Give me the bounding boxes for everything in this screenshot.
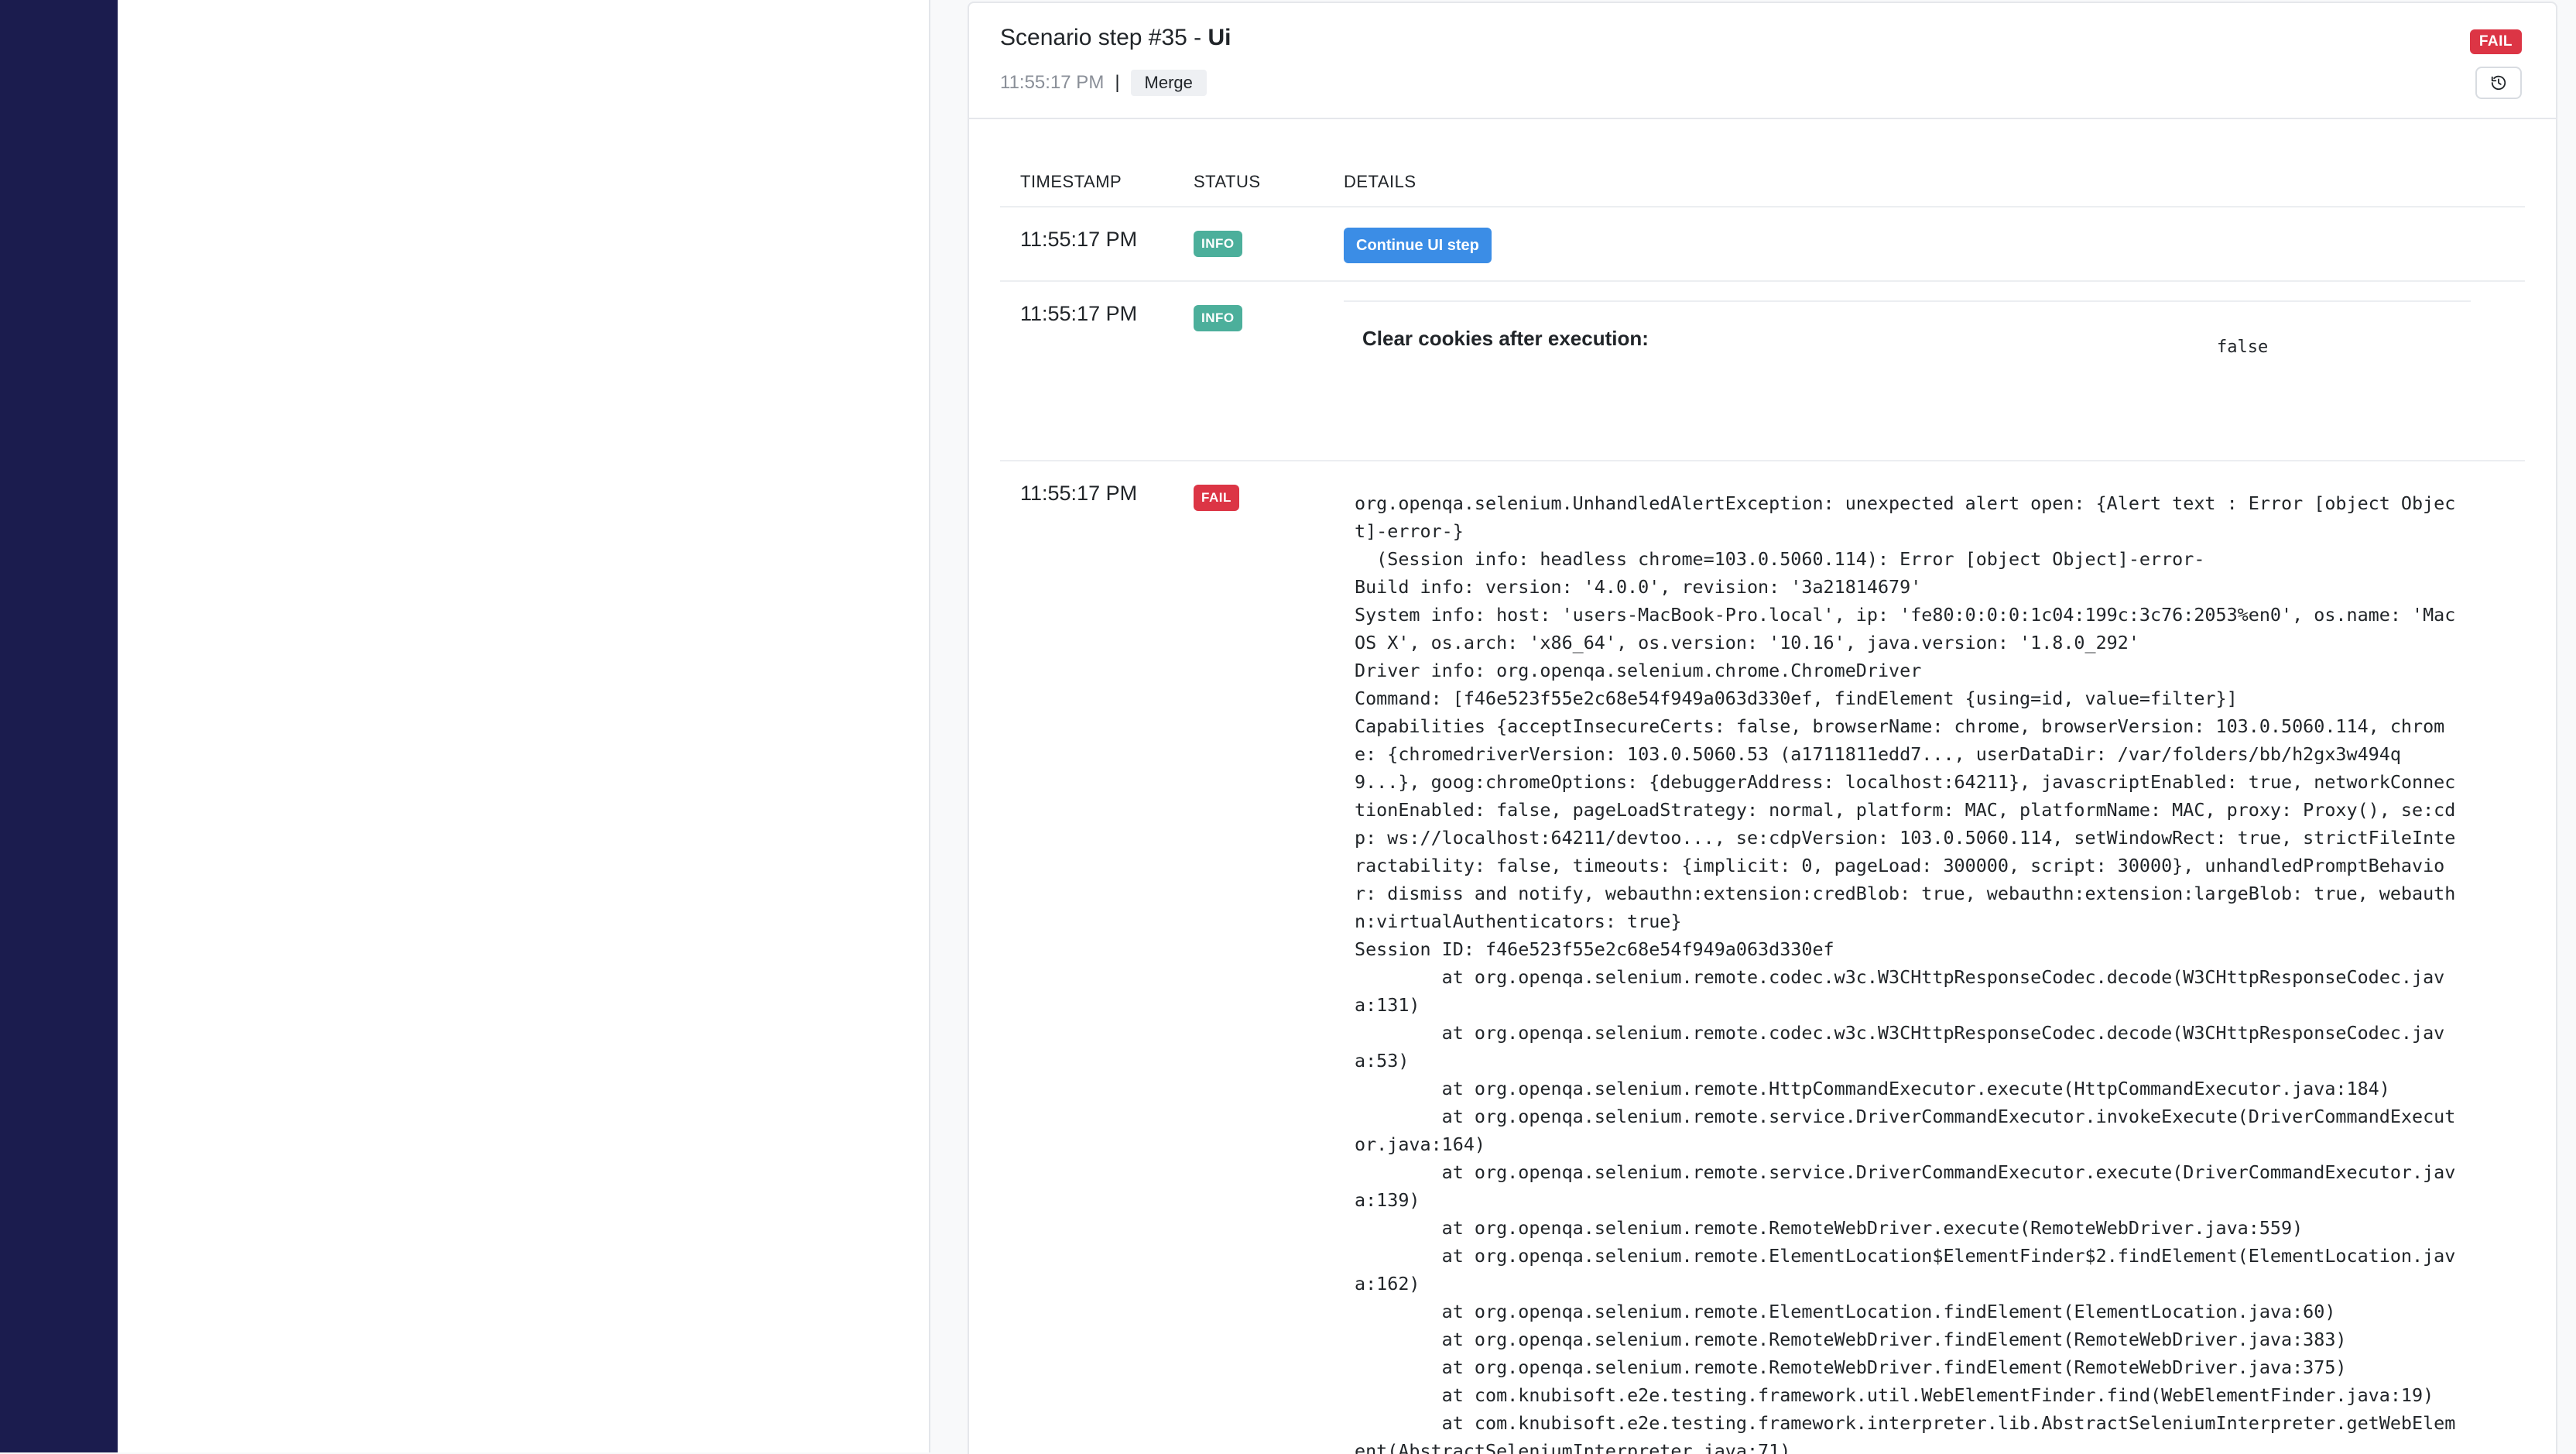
title-prefix: Scenario step #35 - xyxy=(1000,25,1208,50)
table-row: 11:55:17 PM INFO Clear cookies after exe… xyxy=(1000,282,2525,461)
setting-value: false xyxy=(2217,338,2269,357)
row-timestamp: 11:55:17 PM xyxy=(1020,482,1138,505)
meta-separator: | xyxy=(1115,72,1120,93)
title-step-type: Ui xyxy=(1208,25,1231,50)
panel-gutter xyxy=(930,0,968,1452)
status-badge-fail: FAIL xyxy=(1194,485,1239,511)
column-header-timestamp: TIMESTAMP xyxy=(1020,172,1122,191)
page-title: Scenario step #35 - Ui xyxy=(1000,25,1231,51)
table-row: 11:55:17 PM INFO Continue UI step xyxy=(1000,207,2525,282)
status-badge-info: INFO xyxy=(1194,305,1242,331)
column-header-details: DETAILS xyxy=(1344,172,1416,191)
step-detail-header: Scenario step #35 - Ui 11:55:17 PM | Mer… xyxy=(969,3,2556,119)
row-timestamp: 11:55:17 PM xyxy=(1020,228,1138,251)
column-header-status: STATUS xyxy=(1194,172,1261,191)
history-button[interactable] xyxy=(2475,67,2522,99)
exception-stack-trace: org.openqa.selenium.UnhandledAlertExcept… xyxy=(1355,492,2456,1454)
merge-tag: Merge xyxy=(1130,70,1207,96)
step-time: 11:55:17 PM xyxy=(1000,72,1105,93)
step-detail-panel: Scenario step #35 - Ui 11:55:17 PM | Mer… xyxy=(968,2,2557,1454)
continue-ui-step-button[interactable]: Continue UI step xyxy=(1344,228,1492,263)
row-timestamp: 11:55:17 PM xyxy=(1020,302,1138,325)
status-badge-info: INFO xyxy=(1194,231,1242,257)
table-header: TIMESTAMP STATUS DETAILS xyxy=(1000,152,2525,207)
history-icon xyxy=(2491,75,2506,91)
table-row: 11:55:17 PM FAIL org.openqa.selenium.Unh… xyxy=(1000,461,2525,1454)
status-badge: FAIL xyxy=(2469,29,2522,54)
setting-label: Clear cookies after execution: xyxy=(1362,327,1649,350)
app-sidebar xyxy=(0,0,118,1452)
step-meta: 11:55:17 PM | Merge xyxy=(1000,70,1207,96)
events-table: TIMESTAMP STATUS DETAILS 11:55:17 PM INF… xyxy=(1000,152,2525,1454)
scenario-list-pane xyxy=(118,0,930,1452)
setting-detail: Clear cookies after execution: false xyxy=(1344,300,2471,434)
